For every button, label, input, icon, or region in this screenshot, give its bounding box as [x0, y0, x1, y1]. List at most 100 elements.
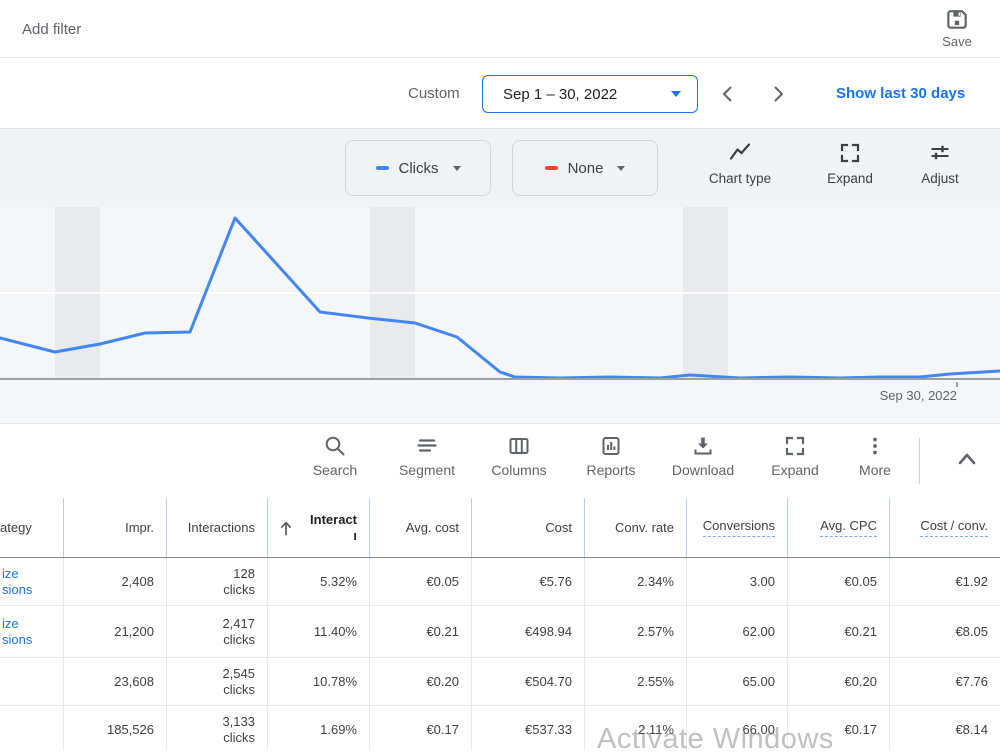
cell-value: clicks — [223, 730, 255, 746]
cell-value: €0.05 — [844, 574, 877, 590]
chart-expand-label: Expand — [827, 171, 873, 186]
column-header-label-line2: ı — [353, 528, 357, 544]
axis-tick — [956, 382, 958, 387]
cell-conversions: 65.00 — [687, 658, 788, 705]
cell-value: 65.00 — [742, 674, 775, 690]
more-button[interactable]: More — [833, 434, 917, 478]
cell-value: 11.40% — [314, 624, 357, 640]
toolbar-item-label: Search — [313, 462, 357, 478]
table-row: 23,6082,545clicks10.78%€0.20€504.702.55%… — [0, 658, 1000, 706]
table-row: 185,526 3,133clicks 1.69% €0.17 €537.33 2.11%… — [0, 706, 1000, 750]
chart-type-button[interactable]: Chart type — [694, 141, 786, 186]
strategy-link-fragment[interactable]: sions — [2, 632, 32, 648]
add-filter-button[interactable]: Add filter — [22, 0, 81, 58]
column-header-avg_cost[interactable]: Avg. cost — [370, 498, 472, 557]
cell-avg_cpc: €0.20 — [788, 658, 890, 705]
cell-impressions: 185,526 — [64, 706, 167, 750]
strategy-link-fragment[interactable]: sions — [2, 582, 32, 598]
cell-impressions: 2,408 — [64, 558, 167, 605]
chevron-right-icon — [768, 84, 788, 104]
adjust-icon — [928, 141, 952, 165]
chart-type-label: Chart type — [709, 171, 771, 186]
metric2-color-swatch — [545, 166, 558, 170]
save-button[interactable]: Save — [928, 6, 986, 49]
table-row: izesions2,408128clicks5.32%€0.05€5.762.3… — [0, 558, 1000, 606]
cell-value: clicks — [223, 682, 255, 698]
cell-value: €0.17 — [844, 722, 877, 738]
cell-interaction_rate: 1.69% — [268, 706, 370, 750]
cell-conv_rate: 2.57% — [585, 606, 687, 657]
next-period-button[interactable] — [758, 75, 798, 113]
chart-expand-button[interactable]: Expand — [804, 141, 896, 186]
expand-button[interactable]: Expand — [753, 434, 837, 478]
table-toolbar: Search Segment Columns Reports DownloadExpan… — [0, 424, 1000, 498]
cell-value: 66.00 — [742, 722, 775, 738]
column-header-label: Cost / conv. — [920, 518, 988, 537]
x-axis-strip: Sep 30, 2022 — [0, 382, 1000, 423]
columns-button[interactable]: Columns — [477, 434, 561, 478]
metric1-color-swatch — [376, 166, 389, 170]
columns-icon — [507, 434, 531, 458]
show-last-30-days-link[interactable]: Show last 30 days — [836, 58, 965, 129]
chevron-left-icon — [718, 84, 738, 104]
cell-value: €0.05 — [426, 574, 459, 590]
date-range-value: Sep 1 – 30, 2022 — [503, 86, 617, 103]
cell-value: 3,133 — [222, 714, 255, 730]
search-button[interactable]: Search — [293, 434, 377, 478]
column-header-label: Cost — [545, 520, 572, 535]
table-row: izesions21,2002,417clicks11.40%€0.21€498… — [0, 606, 1000, 658]
column-header-label: ategy — [0, 520, 32, 535]
cell-cost: €504.70 — [472, 658, 585, 705]
chart-adjust-label: Adjust — [921, 171, 959, 186]
cell-value: €7.76 — [955, 674, 988, 690]
cell-conv_rate: 2.11% — [585, 706, 687, 750]
collapse-table-button[interactable] — [950, 442, 984, 476]
cell-avg_cost: €0.21 — [370, 606, 472, 657]
cell-avg_cpc: €0.17 — [788, 706, 890, 750]
strategy-link-fragment[interactable]: ize — [2, 566, 19, 582]
cell-value: €0.17 — [426, 722, 459, 738]
column-header-impressions[interactable]: Impr. — [64, 498, 167, 557]
toolbar-item-label: Reports — [586, 462, 635, 478]
cell-value: €537.33 — [525, 722, 572, 738]
cell-avg_cost: €0.20 — [370, 658, 472, 705]
cell-interactions: 2,417clicks — [167, 606, 268, 657]
cell-value: 185,526 — [107, 722, 154, 738]
cell-value: €1.92 — [955, 574, 988, 590]
column-header-interactions[interactable]: Interactions — [167, 498, 268, 557]
cell-conversions: 62.00 — [687, 606, 788, 657]
column-header-interaction_rate[interactable]: Interactı — [268, 498, 370, 557]
column-header-conv_rate[interactable]: Conv. rate — [585, 498, 687, 557]
cell-value: €0.20 — [844, 674, 877, 690]
column-header-cost_per_conv[interactable]: Cost / conv. — [890, 498, 1000, 557]
cell-conv_rate: 2.34% — [585, 558, 687, 605]
top-bar: Add filter Save — [0, 0, 1000, 58]
cell-strategy[interactable]: izesions — [0, 558, 64, 605]
cell-value: 128 — [233, 566, 255, 582]
caret-down-icon — [453, 166, 461, 171]
column-header-avg_cpc[interactable]: Avg. CPC — [788, 498, 890, 557]
chart-adjust-button[interactable]: Adjust — [894, 141, 986, 186]
toolbar-item-label: Segment — [399, 462, 455, 478]
cell-cost_per_conv: €7.76 — [890, 658, 1000, 705]
cell-impressions: 21,200 — [64, 606, 167, 657]
date-range-button[interactable]: Sep 1 – 30, 2022 — [482, 75, 698, 113]
column-header-cost[interactable]: Cost — [472, 498, 585, 557]
cell-value: 2,417 — [222, 616, 255, 632]
chart-type-icon — [728, 141, 752, 165]
cell-value: €504.70 — [525, 674, 572, 690]
reports-button[interactable]: Reports — [569, 434, 653, 478]
column-header-conversions[interactable]: Conversions — [687, 498, 788, 557]
metric2-dropdown[interactable]: None — [512, 140, 658, 196]
segment-button[interactable]: Segment — [385, 434, 469, 478]
column-header-label: Interactions — [188, 520, 255, 535]
download-button[interactable]: Download — [661, 434, 745, 478]
cell-strategy[interactable]: izesions — [0, 606, 64, 657]
cell-value: €8.05 — [955, 624, 988, 640]
metric1-dropdown[interactable]: Clicks — [345, 140, 491, 196]
column-header-strategy[interactable]: ategy — [0, 498, 64, 557]
strategy-link-fragment[interactable]: ize — [2, 616, 19, 632]
toolbar-item-label: More — [859, 462, 891, 478]
cell-value: 10.78% — [313, 674, 357, 690]
previous-period-button[interactable] — [708, 75, 748, 113]
